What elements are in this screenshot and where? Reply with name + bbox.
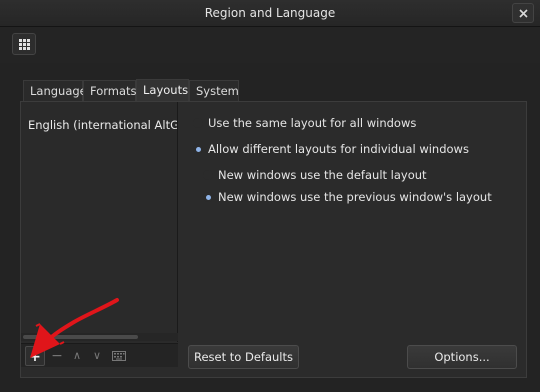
radio-label: New windows use the previous window's la…	[218, 190, 492, 204]
reset-to-defaults-button[interactable]: Reset to Defaults	[188, 345, 299, 369]
toolbar	[0, 27, 540, 63]
scrollbar-thumb[interactable]	[23, 335, 138, 339]
tab-formats[interactable]: Formats	[83, 80, 137, 101]
window-title: Region and Language	[204, 6, 336, 20]
options-button[interactable]: Options...	[407, 345, 517, 369]
horizontal-scrollbar[interactable]	[21, 333, 178, 341]
move-up-button[interactable]: ∧	[67, 346, 87, 366]
list-toolbar: + − ∧ ∨	[21, 343, 178, 367]
tab-layouts[interactable]: Layouts	[136, 79, 189, 101]
input-source-list[interactable]: English (international AltGr de	[21, 102, 178, 342]
list-item[interactable]: English (international AltGr de	[28, 118, 177, 132]
radio-button[interactable]	[203, 192, 213, 202]
add-layout-button[interactable]: +	[25, 346, 45, 366]
close-icon	[519, 9, 528, 18]
radio-button[interactable]	[203, 170, 213, 180]
radio-label: Allow different layouts for individual w…	[208, 142, 469, 156]
radio-label: New windows use the default layout	[218, 168, 427, 182]
tab-language[interactable]: Language	[23, 80, 87, 101]
radio-button[interactable]	[193, 118, 203, 128]
radio-label: Use the same layout for all windows	[208, 116, 417, 130]
remove-layout-button[interactable]: −	[47, 346, 67, 366]
all-settings-button[interactable]	[12, 33, 36, 55]
keyboard-preview-button[interactable]	[109, 346, 129, 366]
title-bar: Region and Language	[0, 0, 540, 27]
tab-system[interactable]: System	[189, 80, 239, 101]
close-button[interactable]	[512, 3, 534, 23]
grid-icon	[19, 39, 30, 50]
radio-button[interactable]	[193, 144, 203, 154]
keyboard-icon	[112, 351, 126, 361]
move-down-button[interactable]: ∨	[87, 346, 107, 366]
